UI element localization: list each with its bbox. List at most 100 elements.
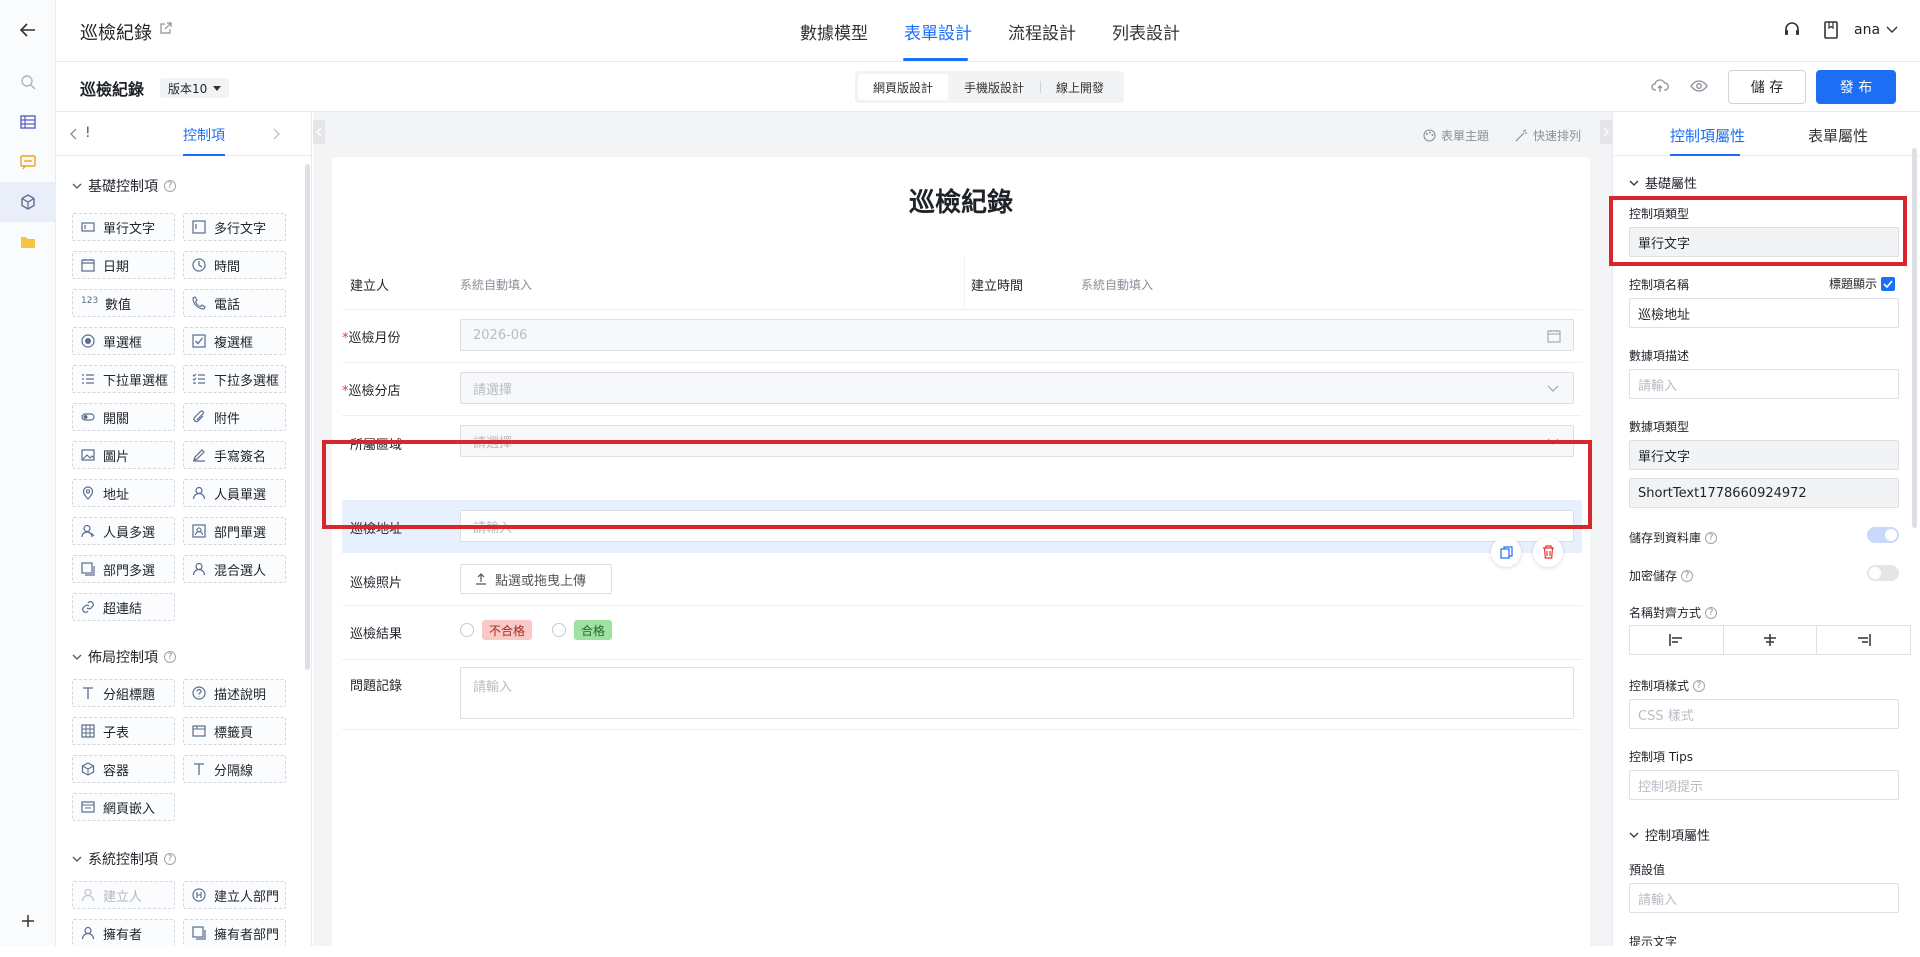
save-db-toggle[interactable] xyxy=(1867,527,1899,543)
publish-button[interactable]: 發 布 xyxy=(1816,70,1896,104)
radio-fail[interactable] xyxy=(460,623,474,637)
tab-form-props[interactable]: 表單屬性 xyxy=(1808,125,1868,146)
radio-pass[interactable] xyxy=(552,623,567,637)
show-title-toggle[interactable]: 標題顯示 xyxy=(1829,275,1896,292)
control-number[interactable]: 123 數值 xyxy=(72,289,175,317)
tab-control-props[interactable]: 控制項屬性 xyxy=(1670,125,1745,146)
help-icon[interactable]: ? xyxy=(164,651,176,663)
collapse-left-icon[interactable] xyxy=(313,120,325,144)
tab-data-model[interactable]: 數據模型 xyxy=(800,19,868,44)
branch-select[interactable]: 請選擇 xyxy=(460,372,1574,404)
upload-button[interactable]: 點選或拖曳上傳 xyxy=(460,564,612,594)
data-desc-input[interactable]: 請輸入 xyxy=(1629,369,1899,399)
tab-flow-design[interactable]: 流程設計 xyxy=(1008,19,1076,44)
chevron-right-icon[interactable] xyxy=(272,128,280,140)
control-radio[interactable]: 單選框 xyxy=(72,327,175,355)
css-style-input[interactable]: CSS 樣式 xyxy=(1629,699,1899,729)
tab-controls[interactable]: 控制項 xyxy=(183,125,225,145)
control-hyperlink[interactable]: 超連結 xyxy=(72,593,175,621)
form-theme-button[interactable]: 表單主題 xyxy=(1423,127,1489,144)
left-panel-scrollbar[interactable] xyxy=(305,164,310,670)
control-checkbox[interactable]: 複選框 xyxy=(183,327,286,355)
copy-field-button[interactable] xyxy=(1491,537,1521,567)
control-department-multi[interactable]: 部門多選 xyxy=(72,555,175,583)
control-user-single[interactable]: 人員單選 xyxy=(183,479,286,507)
tips-input[interactable]: 控制項提示 xyxy=(1629,770,1899,800)
control-date[interactable]: 日期 xyxy=(72,251,175,279)
add-icon[interactable] xyxy=(16,909,40,933)
preview-eye-icon[interactable] xyxy=(1690,79,1708,93)
help-icon[interactable]: ? xyxy=(164,180,176,192)
control-address[interactable]: 地址 xyxy=(72,479,175,507)
control-attachment[interactable]: 附件 xyxy=(183,403,286,431)
external-link-icon[interactable] xyxy=(160,22,172,34)
help-icon[interactable]: ? xyxy=(1693,679,1706,692)
tab-form-design[interactable]: 表單設計 xyxy=(904,19,972,44)
control-owner[interactable]: 擁有者 xyxy=(72,919,175,946)
mode-mobile-design[interactable]: 手機版設計 xyxy=(948,74,1040,100)
control-signature[interactable]: 手寫簽名 xyxy=(183,441,286,469)
chevron-left-icon[interactable] xyxy=(70,128,78,140)
control-subtable[interactable]: 子表 xyxy=(72,717,175,745)
checkbox-checked-icon[interactable] xyxy=(1881,276,1896,291)
headset-support-icon[interactable] xyxy=(1783,21,1801,39)
control-owner-department[interactable]: 擁有者部門 xyxy=(183,919,286,946)
quick-arrange-button[interactable]: 快速排列 xyxy=(1515,127,1581,144)
control-tabs[interactable]: 標籤頁 xyxy=(183,717,286,745)
control-name-input[interactable]: 巡檢地址 xyxy=(1629,298,1899,328)
delete-field-button[interactable] xyxy=(1533,537,1563,567)
default-value-input[interactable]: 請輸入 xyxy=(1629,883,1899,913)
user-menu-chevron-icon[interactable] xyxy=(1886,26,1898,34)
issues-textarea[interactable]: 請輸入 xyxy=(460,667,1574,719)
tab-list-design[interactable]: 列表設計 xyxy=(1112,19,1180,44)
control-group-heading[interactable]: 分組標題 xyxy=(72,679,175,707)
control-user-multi[interactable]: 人員多選 xyxy=(72,517,175,545)
control-image[interactable]: 圖片 xyxy=(72,441,175,469)
help-icon[interactable]: ? xyxy=(1705,606,1718,619)
section-control-props[interactable]: 控制項屬性 xyxy=(1629,825,1710,844)
control-department-single[interactable]: 部門單選 xyxy=(183,517,286,545)
help-icon[interactable]: ? xyxy=(1681,569,1694,582)
control-dropdown-single[interactable]: 下拉單選框 xyxy=(72,365,175,393)
help-icon[interactable]: ? xyxy=(164,853,176,865)
cloud-upload-icon[interactable] xyxy=(1651,78,1669,94)
back-arrow-icon[interactable] xyxy=(16,18,40,42)
right-panel-scrollbar[interactable] xyxy=(1912,148,1917,528)
version-select[interactable]: 版本10 xyxy=(160,78,230,98)
group-layout-controls[interactable]: 佈局控制項 ? xyxy=(72,647,176,667)
control-library-panel: ! 控制項 基礎控制項 ? 單行文字 多行文字 日期 時間 123 數值 電話 單… xyxy=(56,112,312,946)
data-table-icon[interactable] xyxy=(16,110,40,134)
control-time[interactable]: 時間 xyxy=(183,251,286,279)
control-dropdown-multi[interactable]: 下拉多選框 xyxy=(183,365,286,393)
group-basic-controls[interactable]: 基礎控制項 ? xyxy=(72,176,176,196)
control-description[interactable]: 描述說明 xyxy=(183,679,286,707)
chat-report-icon[interactable] xyxy=(16,150,40,174)
control-phone[interactable]: 電話 xyxy=(183,289,286,317)
collapse-right-icon[interactable] xyxy=(1600,120,1612,144)
app-cube-icon[interactable] xyxy=(16,190,40,214)
align-center-icon[interactable] xyxy=(1724,626,1818,654)
control-creator-department[interactable]: 建立人部門 xyxy=(183,881,286,909)
control-web-embed[interactable]: 網頁嵌入 xyxy=(72,793,175,821)
align-right-icon[interactable] xyxy=(1817,626,1910,654)
month-date-input[interactable]: 2026-06 xyxy=(460,319,1574,351)
control-divider[interactable]: 分隔線 xyxy=(183,755,286,783)
control-toggle[interactable]: 開關 xyxy=(72,403,175,431)
user-name[interactable]: ana xyxy=(1854,22,1880,38)
encrypt-toggle[interactable] xyxy=(1867,565,1899,581)
group-system-controls[interactable]: 系統控制項 ? xyxy=(72,849,176,869)
section-basic-props[interactable]: 基礎屬性 xyxy=(1629,173,1697,192)
search-icon[interactable] xyxy=(16,70,40,94)
control-container[interactable]: 容器 xyxy=(72,755,175,783)
mode-online-dev[interactable]: 線上開發 xyxy=(1041,74,1119,100)
folder-icon[interactable] xyxy=(16,230,40,254)
control-mixed-user[interactable]: 混合選人 xyxy=(183,555,286,583)
tab-outline[interactable]: ! xyxy=(85,125,91,141)
help-icon[interactable]: ? xyxy=(1705,531,1718,544)
mode-web-design[interactable]: 網頁版設計 xyxy=(858,74,948,100)
save-button[interactable]: 儲 存 xyxy=(1728,70,1806,104)
control-multi-line-text[interactable]: 多行文字 xyxy=(183,213,286,241)
document-icon[interactable] xyxy=(1823,21,1839,39)
align-left-icon[interactable] xyxy=(1630,626,1724,654)
control-single-line-text[interactable]: 單行文字 xyxy=(72,213,175,241)
